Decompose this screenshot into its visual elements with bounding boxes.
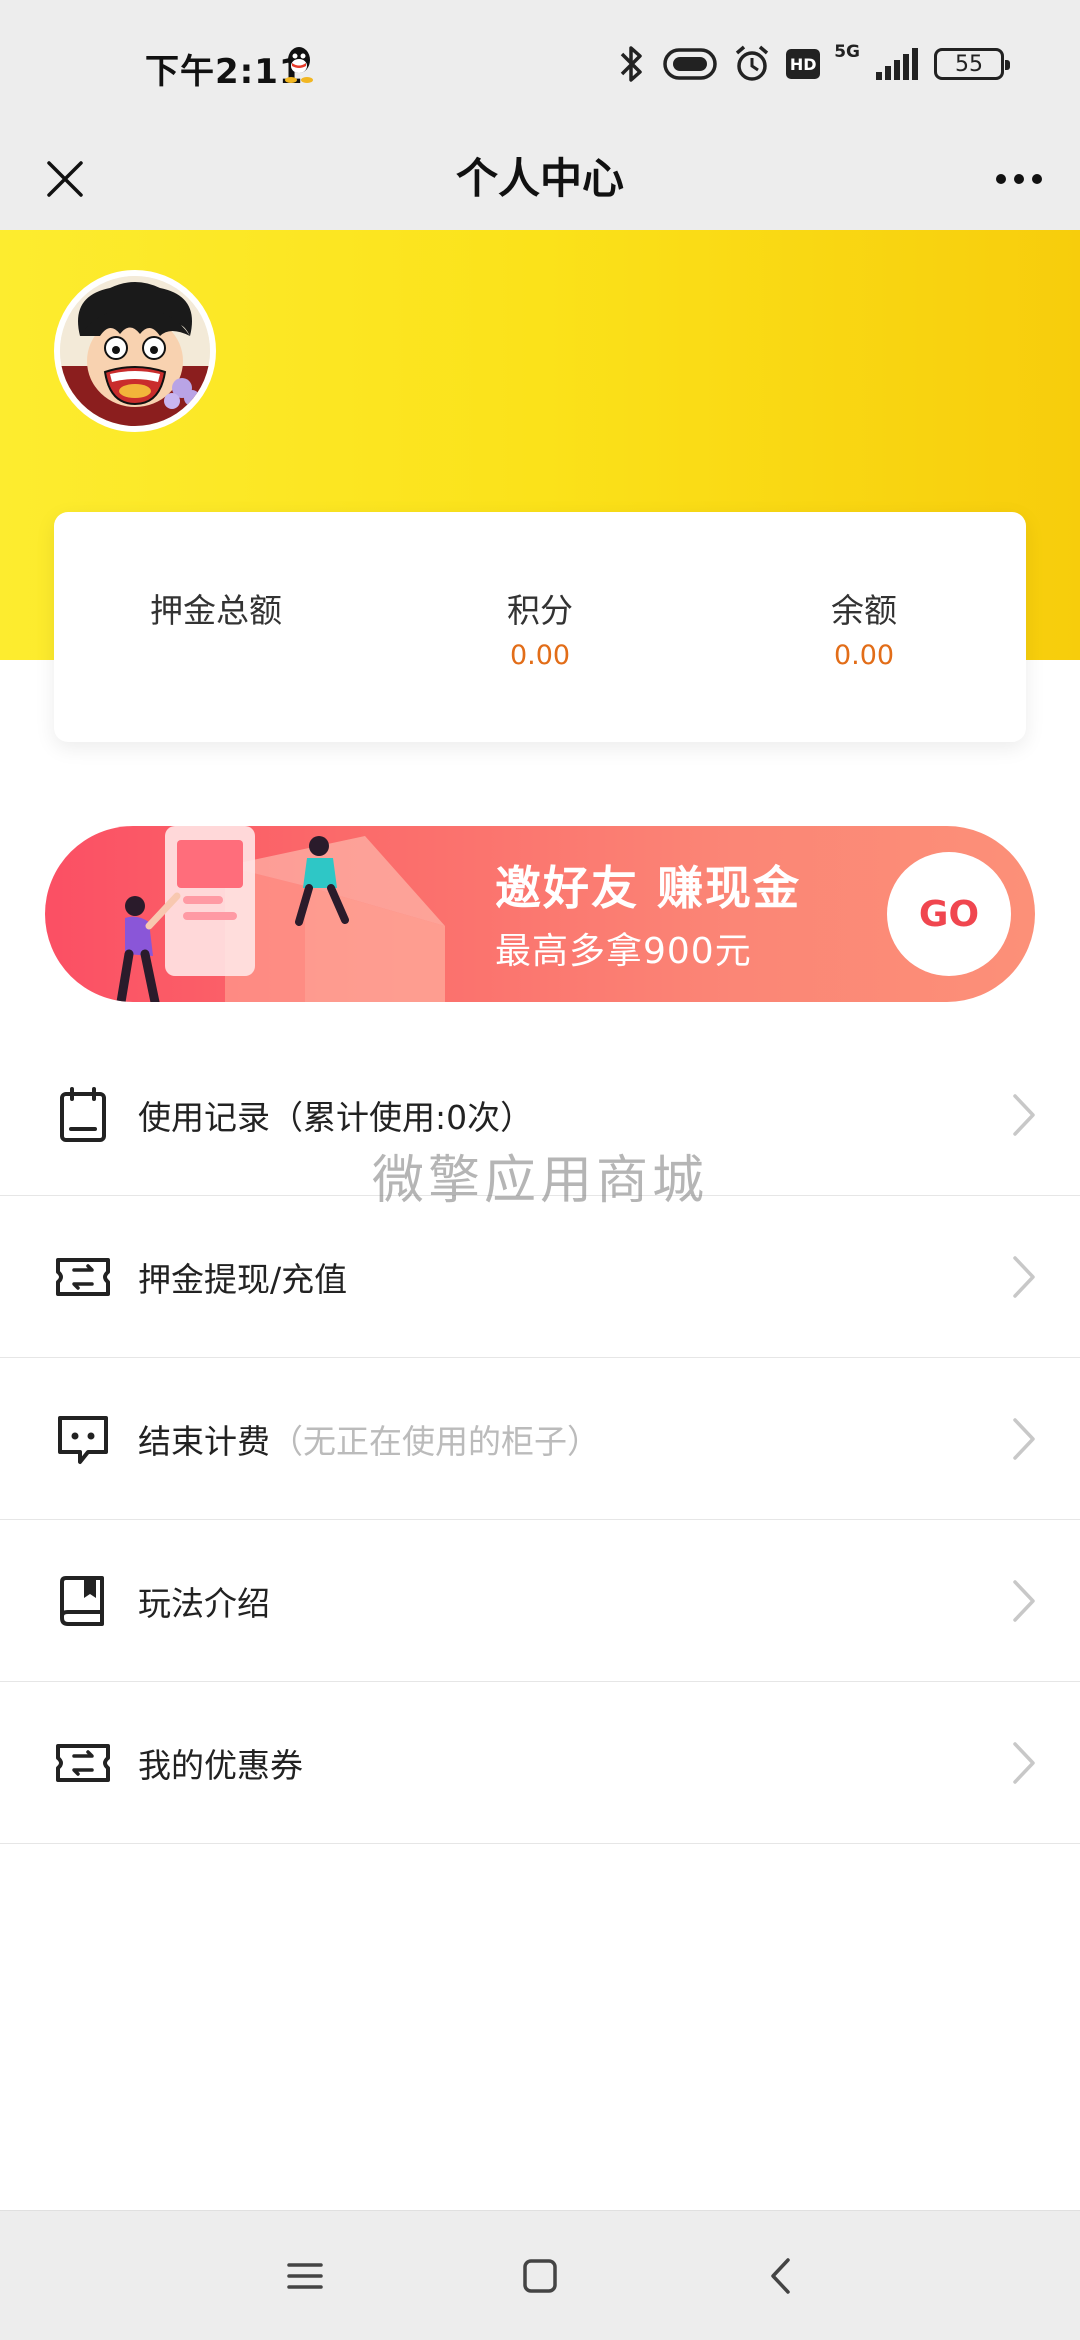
nav-bar: 个人中心	[0, 128, 1080, 230]
go-button[interactable]: GO	[887, 852, 1011, 976]
balance-label: 余额	[831, 591, 897, 630]
menu-button[interactable]	[270, 2241, 340, 2311]
back-icon	[771, 2258, 790, 2294]
menu-label-text: 押金提现/充值	[138, 1259, 348, 1299]
banner-title: 邀好友 赚现金	[495, 861, 802, 915]
deposit-label: 押金总额	[150, 591, 282, 630]
menu-label-text: 玩法介绍	[138, 1583, 270, 1623]
system-nav-bar	[0, 2210, 1080, 2340]
points-value: 0.00	[509, 640, 571, 671]
balance-value: 0.00	[833, 640, 895, 671]
status-icons: HD 5G 55	[614, 40, 1010, 88]
avatar-image	[60, 276, 210, 426]
menu-label: 结束计费（无正在使用的柜子）	[138, 1415, 600, 1463]
network-type: 5G	[834, 42, 860, 62]
stat-balance[interactable]: 余额 0.00	[702, 512, 1026, 742]
avatar[interactable]	[54, 270, 216, 432]
more-button[interactable]	[986, 146, 1052, 212]
ticket-icon	[56, 1257, 110, 1296]
hd-badge: HD	[786, 49, 821, 79]
menu-hint: （无正在使用的柜子）	[270, 1421, 600, 1461]
status-time: 下午2:11	[145, 52, 304, 92]
menu-item-coupons[interactable]: 我的优惠券	[0, 1682, 1080, 1844]
stat-deposit[interactable]: 押金总额	[54, 512, 378, 742]
stats-card: 押金总额 积分 0.00 余额 0.00	[54, 512, 1026, 742]
menu-icon	[287, 2263, 323, 2289]
more-icon	[996, 174, 1006, 184]
vibrate-icon	[663, 48, 717, 80]
banner-illustration	[116, 826, 445, 1002]
battery-indicator: 55	[934, 48, 1010, 80]
more-icon-dot	[1032, 174, 1042, 184]
page-title: 个人中心	[455, 154, 624, 203]
menu-label: 玩法介绍	[138, 1577, 270, 1625]
book-icon	[60, 1575, 104, 1626]
qq-icon	[285, 47, 313, 83]
alarm-icon	[736, 45, 769, 81]
watermark: 微擎应用商城	[371, 1151, 708, 1211]
chevron-right-icon	[1013, 1093, 1035, 1136]
points-label: 积分	[507, 591, 573, 630]
status-bar: 下午2:11 HD 5G 55	[0, 0, 1080, 128]
chevron-right-icon	[1013, 1255, 1035, 1298]
ticket-icon	[56, 1743, 110, 1782]
menu-label: 使用记录（累计使用:0次）	[138, 1091, 533, 1139]
chevron-right-icon	[1013, 1579, 1035, 1622]
stat-points[interactable]: 积分 0.00	[378, 512, 702, 742]
home-button[interactable]	[505, 2241, 575, 2311]
menu-item-deposit[interactable]: 押金提现/充值	[0, 1196, 1080, 1358]
menu-label-text: 我的优惠券	[138, 1745, 303, 1785]
calendar-icon	[60, 1086, 106, 1142]
chevron-right-icon	[1013, 1417, 1035, 1460]
menu-label: 我的优惠券	[138, 1739, 303, 1787]
bluetooth-icon	[620, 46, 642, 82]
menu-label-text: 结束计费	[138, 1421, 270, 1461]
back-button[interactable]	[745, 2241, 815, 2311]
banner-subtitle: 最高多拿900元	[495, 931, 752, 972]
signal-icon	[876, 48, 918, 80]
home-icon	[523, 2259, 557, 2293]
chevron-right-icon	[1013, 1741, 1035, 1784]
menu-label-text: 使用记录（累计使用:0次）	[138, 1097, 534, 1137]
message-icon	[58, 1415, 108, 1464]
invite-banner[interactable]: 邀好友 赚现金 最高多拿900元 GO	[45, 826, 1035, 1002]
menu-item-gameplay-intro[interactable]: 玩法介绍	[0, 1520, 1080, 1682]
menu-label: 押金提现/充值	[138, 1253, 347, 1301]
more-icon-dot	[1014, 174, 1024, 184]
menu-item-end-billing[interactable]: 结束计费（无正在使用的柜子）	[0, 1358, 1080, 1520]
